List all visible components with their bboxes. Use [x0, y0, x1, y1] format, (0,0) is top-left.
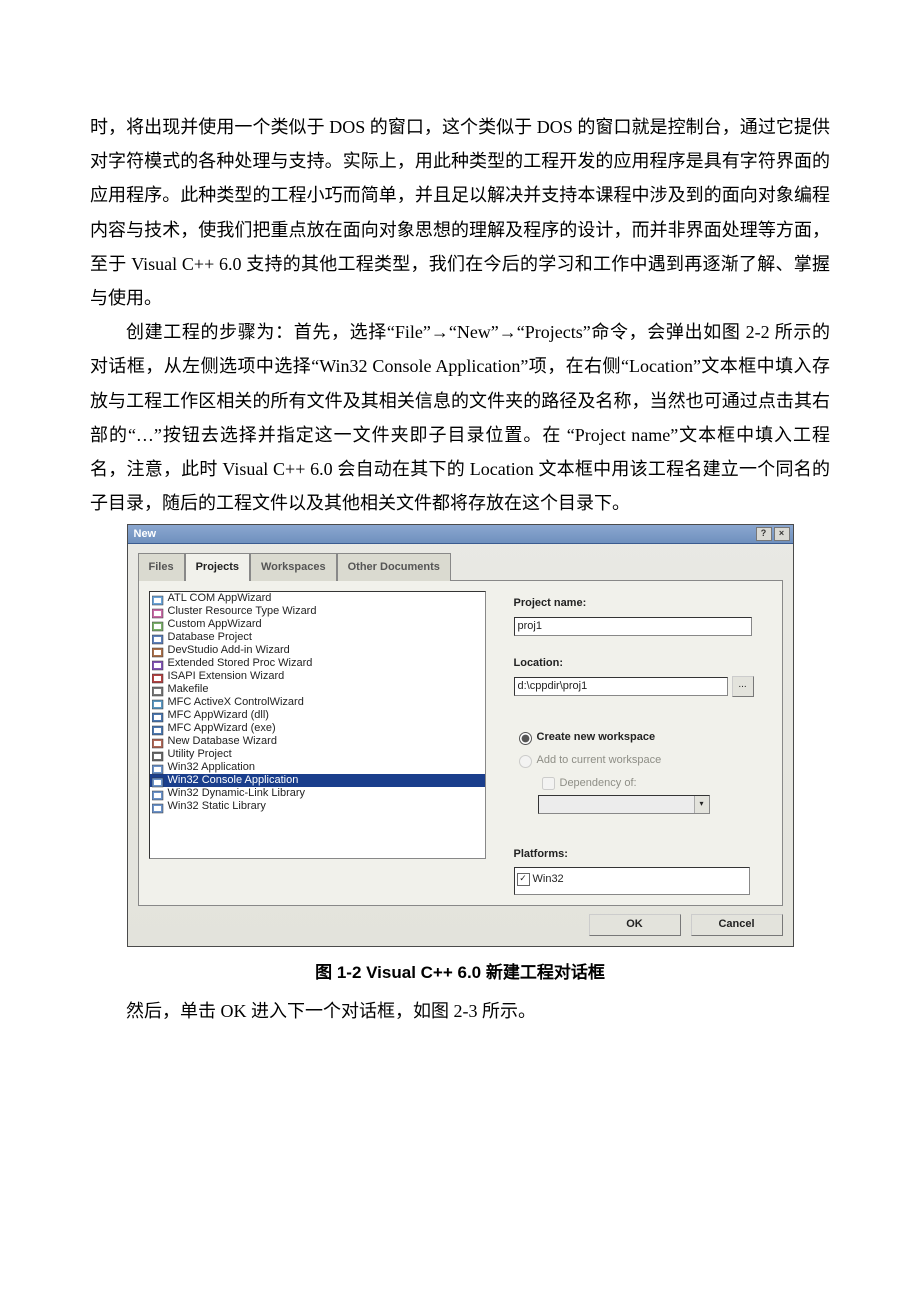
dialog-titlebar: New ? × [128, 525, 793, 544]
project-name-label: Project name: [514, 593, 772, 614]
add-to-current-workspace-radio-input [519, 755, 532, 768]
tab-projects[interactable]: Projects [185, 553, 250, 581]
platform-item-label: Win32 [533, 869, 564, 890]
project-type-icon [152, 671, 165, 682]
project-type-icon [152, 645, 165, 656]
project-type-list[interactable]: ATL COM AppWizardCluster Resource Type W… [149, 591, 486, 859]
dialog-panel: ATL COM AppWizardCluster Resource Type W… [138, 580, 783, 906]
close-button[interactable]: × [774, 527, 790, 541]
platform-item-win32[interactable]: ✓ Win32 [517, 869, 747, 890]
project-type-icon [152, 762, 165, 773]
project-name-input[interactable]: proj1 [514, 617, 752, 636]
project-type-icon [152, 593, 165, 604]
tab-strip: Files Projects Workspaces Other Document… [138, 552, 793, 580]
project-type-icon [152, 723, 165, 734]
create-new-workspace-radio-input[interactable] [519, 732, 532, 745]
tab-files[interactable]: Files [138, 553, 185, 581]
ok-button[interactable]: OK [589, 914, 681, 936]
project-type-icon [152, 632, 165, 643]
project-type-icon [152, 710, 165, 721]
document-page: 时，将出现并使用一个类似于 DOS 的窗口，这个类似于 DOS 的窗口就是控制台… [0, 0, 920, 1088]
project-type-icon [152, 788, 165, 799]
project-type-icon [152, 606, 165, 617]
dependency-of-checkbox-input [542, 777, 555, 790]
dialog-right-pane: Project name: proj1 Location: d:\cppdir\… [486, 591, 772, 895]
project-type-item[interactable]: Win32 Static Library [150, 800, 485, 813]
project-type-icon [152, 775, 165, 786]
figure-container: New ? × Files Projects Workspaces Other … [90, 524, 830, 947]
dependency-of-checkbox: Dependency of: [514, 773, 772, 794]
project-type-icon [152, 736, 165, 747]
paragraph-2: 创建工程的步骤为：首先，选择“File”→“New”→“Projects”命令，… [90, 315, 830, 520]
dialog-title: New [134, 524, 157, 545]
project-type-icon [152, 684, 165, 695]
figure-caption: 图 1-2 Visual C++ 6.0 新建工程对话框 [90, 957, 830, 989]
location-input[interactable]: d:\cppdir\proj1 [514, 677, 728, 696]
browse-button[interactable]: ... [732, 676, 754, 697]
project-type-label: Win32 Static Library [168, 796, 266, 817]
platforms-list[interactable]: ✓ Win32 [514, 867, 750, 895]
location-label: Location: [514, 653, 772, 674]
tab-other-documents[interactable]: Other Documents [337, 553, 451, 581]
chevron-down-icon: ▾ [694, 796, 709, 813]
tab-workspaces[interactable]: Workspaces [250, 553, 337, 581]
dialog-button-row: OK Cancel [128, 906, 793, 946]
add-to-current-workspace-label: Add to current workspace [537, 750, 662, 771]
help-button[interactable]: ? [756, 527, 772, 541]
checkbox-checked-icon: ✓ [517, 873, 530, 886]
project-type-icon [152, 619, 165, 630]
paragraph-3: 然后，单击 OK 进入下一个对话框，如图 2-3 所示。 [90, 994, 830, 1028]
cancel-button[interactable]: Cancel [691, 914, 783, 936]
dependency-of-combo: ▾ [538, 795, 710, 814]
create-new-workspace-label: Create new workspace [537, 727, 656, 748]
project-type-icon [152, 697, 165, 708]
paragraph-1: 时，将出现并使用一个类似于 DOS 的窗口，这个类似于 DOS 的窗口就是控制台… [90, 110, 830, 315]
dependency-of-label: Dependency of: [560, 773, 637, 794]
project-type-icon [152, 801, 165, 812]
add-to-current-workspace-radio: Add to current workspace [514, 750, 772, 771]
create-new-workspace-radio[interactable]: Create new workspace [514, 727, 772, 748]
platforms-label: Platforms: [514, 844, 772, 865]
project-type-icon [152, 749, 165, 760]
project-type-icon [152, 658, 165, 669]
new-project-dialog: New ? × Files Projects Workspaces Other … [127, 524, 794, 947]
